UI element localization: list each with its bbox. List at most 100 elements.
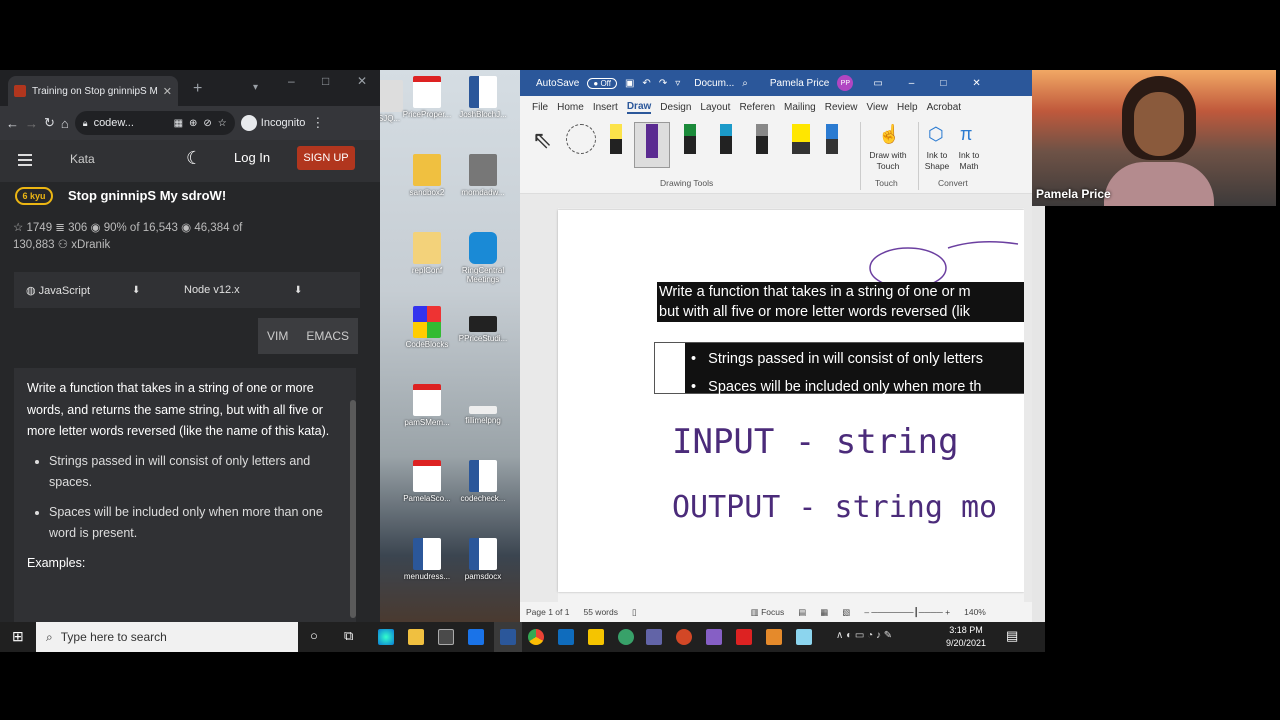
avatar[interactable]: PP [837,75,854,91]
ink-to-shape-icon[interactable]: ⬡ [928,124,944,145]
tab-draw[interactable]: Draw [626,101,652,114]
add-pen-icon[interactable] [826,124,838,154]
windows-start-icon[interactable]: ⊞ [12,628,24,645]
tab-search-icon[interactable]: ▾ [253,82,258,93]
app-icon[interactable] [588,629,604,645]
ink-to-math-button[interactable]: Ink to Math [954,150,984,172]
redo-icon[interactable]: ↷ [659,78,667,89]
taskbar-search[interactable]: ⌕ Type here to search [36,622,298,652]
pen-purple-icon[interactable] [646,124,658,158]
desktop-icon[interactable]: PamelaSco... [398,460,456,503]
maximize-icon[interactable]: □ [940,78,946,89]
maximize-icon[interactable]: □ [322,74,329,88]
pen-blue-icon[interactable] [720,124,732,154]
app-icon[interactable] [646,629,662,645]
desktop-icon[interactable]: menudress... [398,538,456,581]
pencil-icon[interactable] [756,124,768,154]
reload-icon[interactable]: ↻ [44,115,55,131]
desktop-icon[interactable]: JoshBlochJ... [454,76,512,119]
chevron-down-icon[interactable]: ⬇ [132,285,140,296]
document-page[interactable]: Write a function that takes in a string … [558,210,1024,592]
lasso-tool-icon[interactable] [566,124,596,154]
customize-icon[interactable]: ▿ [675,78,680,89]
close-tab-icon[interactable]: ✕ [163,85,172,98]
store-icon[interactable] [438,629,454,645]
desktop-icon[interactable]: fillimelpng [454,384,512,425]
select-tool-icon[interactable]: ⇖ [532,126,552,155]
acrobat-icon[interactable] [736,629,752,645]
tab-mailings[interactable]: Mailing [784,102,816,113]
cortana-icon[interactable]: ○ [310,628,318,643]
mail-icon[interactable] [468,629,484,645]
pen-green-icon[interactable] [684,124,696,154]
emacs-button[interactable]: EMACS [306,329,349,343]
tab-references[interactable]: Referen [739,102,775,113]
ink-to-math-icon[interactable]: π [960,124,972,145]
signup-button[interactable]: SIGN UP [297,146,355,170]
visual-studio-icon[interactable] [706,629,722,645]
close-window-icon[interactable]: ✕ [357,74,367,88]
app-icon[interactable] [618,629,634,645]
word-count[interactable]: 55 words [583,607,618,617]
autosave-toggle[interactable]: ● Off [587,77,617,89]
nav-kata[interactable]: Kata [70,152,95,166]
language-select[interactable]: ◍ JavaScript [26,284,90,297]
ribbon-display-icon[interactable]: ▭ [873,78,882,89]
zoom-icon[interactable]: ⊕ [189,118,197,129]
tab-layout[interactable]: Layout [700,102,730,113]
desktop-icon[interactable]: CodeBlocks [398,306,456,349]
chrome-menu-icon[interactable]: ⋮ [311,115,324,131]
tab-view[interactable]: View [867,102,889,113]
ruler[interactable] [520,194,1032,208]
desktop-icon[interactable]: momdadw... [454,154,512,197]
save-icon[interactable]: ▣ [625,78,634,89]
tab-help[interactable]: Help [897,102,918,113]
search-icon[interactable]: ⌕ [742,78,748,89]
desktop-icon[interactable]: pamSMem... [398,384,456,427]
zoom-level[interactable]: 140% [964,607,986,617]
browser-tab[interactable]: Training on Stop gninnipS My s ✕ [8,76,178,106]
touch-icon[interactable]: ☝ [878,124,900,145]
desktop-icon[interactable]: PPriceStudi... [454,306,512,343]
dark-mode-icon[interactable]: ☾ [186,148,202,169]
scrollbar[interactable] [350,400,356,618]
tab-review[interactable]: Review [825,102,858,113]
print-layout-icon[interactable]: ▦ [820,607,828,618]
login-link[interactable]: Log In [234,150,270,165]
task-view-icon[interactable]: ⧉ [344,628,353,644]
desktop-icon[interactable]: codecheck... [454,460,512,503]
tab-design[interactable]: Design [660,102,691,113]
tab-home[interactable]: Home [557,102,584,113]
vim-button[interactable]: VIM [267,329,288,343]
version-select[interactable]: Node v12.x [184,284,240,296]
desktop-icon[interactable]: RingCentral Meetings [454,232,512,284]
tab-acrobat[interactable]: Acrobat [927,102,961,113]
highlighter-icon[interactable] [792,124,810,154]
address-bar[interactable]: 🔒︎ codew... ▦ ⊕ ⊘ ☆ [74,111,235,135]
back-icon[interactable]: ← [6,116,19,131]
minimize-icon[interactable]: – [288,74,295,88]
hamburger-menu-icon[interactable] [18,154,32,166]
forward-icon[interactable]: → [25,116,38,131]
app-icon[interactable] [766,629,782,645]
draw-with-touch-button[interactable]: Draw with Touch [864,150,912,172]
proofing-icon[interactable]: ▯ [632,607,637,618]
web-layout-icon[interactable]: ▧ [842,607,850,618]
new-tab-icon[interactable]: + [193,80,202,98]
minimize-icon[interactable]: – [909,78,915,89]
undo-icon[interactable]: ↶ [642,78,650,89]
close-window-icon[interactable]: ✕ [972,78,980,89]
read-mode-icon[interactable]: ▤ [798,607,806,618]
chevron-down-icon[interactable]: ⬇ [294,285,302,296]
file-explorer-icon[interactable] [408,629,424,645]
word-scrollbar[interactable] [1024,208,1032,602]
app-icon[interactable] [796,629,812,645]
notifications-icon[interactable]: ▤ [1006,628,1018,644]
focus-button[interactable]: ▥ Focus [751,607,785,618]
edge-icon[interactable] [378,629,394,645]
desktop-icon[interactable]: pamsdocx [454,538,512,581]
zoom-slider[interactable]: – ───────┃──── + [864,607,950,618]
chrome-app-icon[interactable] [528,629,544,645]
powerpoint-icon[interactable] [676,629,692,645]
word-app-icon[interactable] [500,629,516,645]
